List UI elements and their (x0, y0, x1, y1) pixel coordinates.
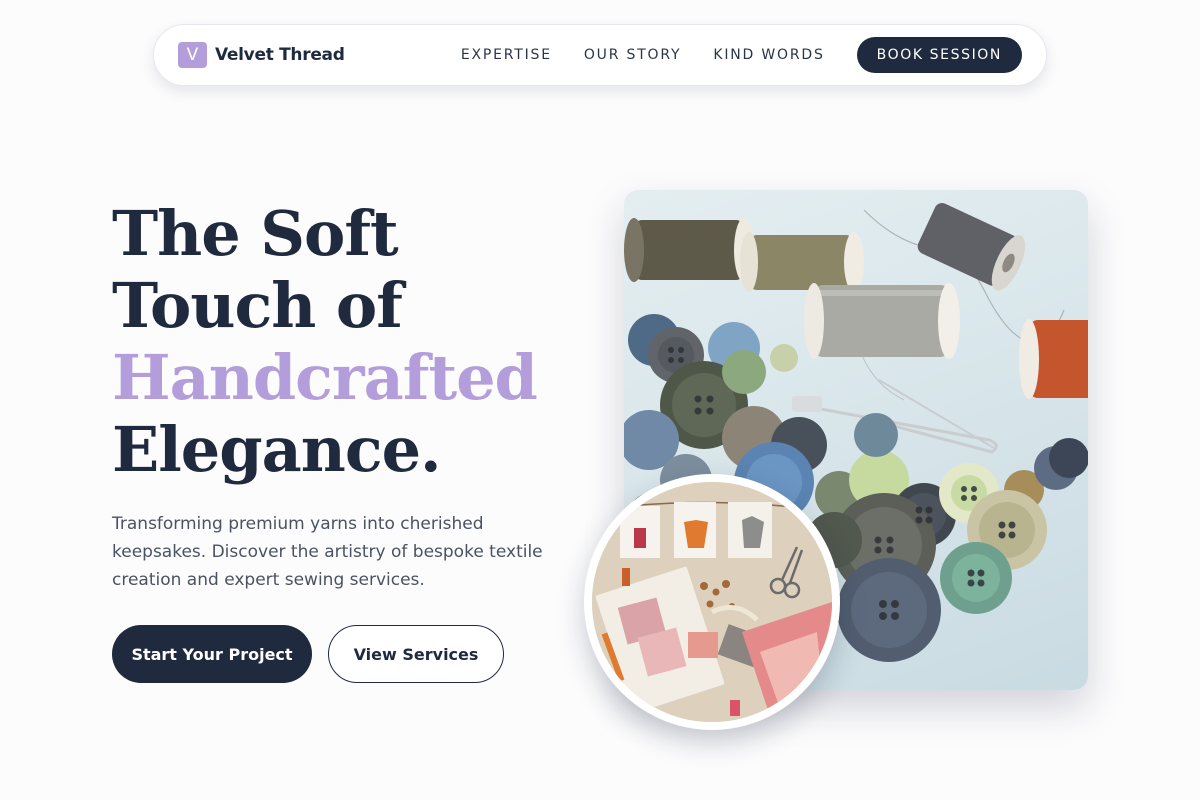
spool-khaki-icon (740, 232, 864, 292)
book-session-button[interactable]: BOOK SESSION (856, 37, 1022, 73)
hero-description: Transforming premium yarns into cherishe… (112, 514, 543, 590)
nav-link-expertise[interactable]: EXPERTISE (461, 47, 552, 63)
brand-logo-icon: V (178, 42, 207, 68)
spool-olive-icon (624, 218, 754, 282)
hero-title-line-2: Touch of (112, 269, 403, 342)
thread-spool-icon (622, 568, 630, 586)
hero-title-line-1: The Soft (112, 197, 399, 270)
navbar: V Velvet Thread EXPERTISE OUR STORY KIND… (153, 24, 1047, 86)
nav-link-kind-words[interactable]: KIND WORDS (713, 47, 824, 63)
start-project-button[interactable]: Start Your Project (112, 625, 312, 683)
hero-title-accent: Handcrafted (112, 341, 538, 414)
spool-orange-icon (1019, 319, 1088, 399)
sketch-cards (620, 502, 772, 558)
brand-name: Velvet Thread (215, 45, 345, 65)
safety-pin-icon (798, 379, 998, 454)
fabric-swatches-sketches-photo (584, 474, 840, 730)
hero-title-line-4: Elegance. (112, 413, 442, 486)
spool-grey-icon (804, 283, 960, 359)
safety-pin-clasp-icon (792, 396, 822, 412)
brand[interactable]: V Velvet Thread (178, 42, 345, 68)
spool-charcoal-icon (917, 203, 1026, 291)
nav-links: EXPERTISE OUR STORY KIND WORDS BOOK SESS… (461, 37, 1022, 73)
view-services-button[interactable]: View Services (328, 625, 504, 683)
nav-link-our-story[interactable]: OUR STORY (584, 47, 682, 63)
fabric-swatches-sketches-illustration (592, 482, 832, 722)
hero-title: The Soft Touch of Handcrafted Elegance. (112, 198, 582, 486)
